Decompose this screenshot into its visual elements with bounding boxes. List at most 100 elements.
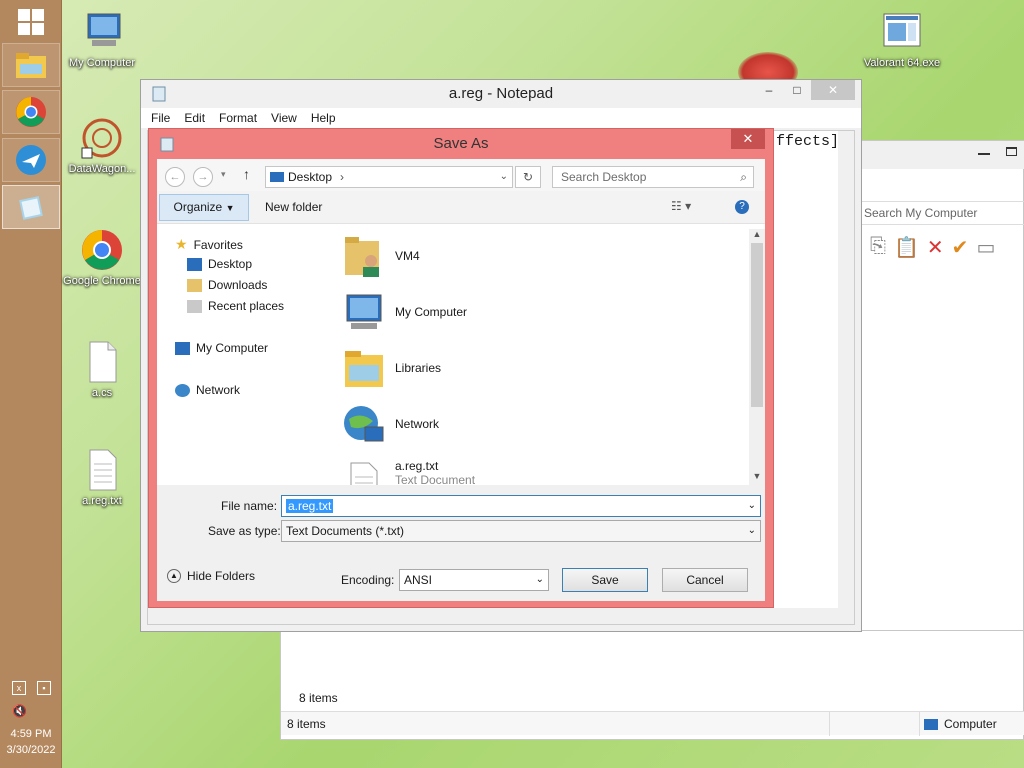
minimize-icon[interactable] (978, 153, 990, 155)
encoding-label: Encoding: (341, 573, 395, 587)
libraries-folder-icon (345, 351, 383, 387)
rename-icon[interactable]: ▭ (976, 235, 995, 260)
downloads-folder-icon (187, 278, 202, 292)
file-name-input[interactable]: a.reg.txt ⌄ (281, 495, 761, 517)
address-bar[interactable]: Desktop › ⌄ (265, 166, 513, 188)
address-bar-row: ← → ▾ ↑ Desktop › ⌄ ↻ Search Desktop ⌕ (157, 159, 765, 191)
menu-view[interactable]: View (271, 111, 297, 125)
desktop-icon-chrome[interactable]: Google Chrome (62, 228, 142, 288)
nav-my-computer[interactable]: My Computer (175, 341, 268, 355)
file-item-my-computer[interactable]: My Computer (341, 287, 467, 337)
recent-locations-chevron-icon[interactable]: ▾ (221, 169, 226, 180)
breadcrumb-chevron-icon[interactable]: › (340, 167, 344, 187)
nav-downloads[interactable]: Downloads (187, 278, 267, 292)
checkmark-icon[interactable]: ✔ (952, 235, 969, 260)
explorer-search-box[interactable]: Search My Computer (856, 201, 1024, 225)
start-button[interactable] (2, 0, 60, 44)
explorer-toolbar: ⎘ 📋 ✕ ✔ ▭ (870, 235, 995, 260)
menu-format[interactable]: Format (219, 111, 257, 125)
scrollbar-thumb[interactable] (751, 243, 763, 407)
desktop-icon-valorant[interactable]: Valorant 64.exe (862, 10, 942, 70)
close-icon[interactable]: ✕ (811, 80, 855, 100)
taskbar-file-explorer[interactable] (2, 43, 60, 87)
save-button[interactable]: Save (562, 568, 648, 592)
file-list: VM4 My Computer Libraries Network a.reg.… (333, 229, 747, 485)
notepad-horizontal-scrollbar[interactable] (148, 608, 854, 624)
taskbar-app[interactable] (2, 138, 60, 182)
new-folder-button[interactable]: New folder (265, 200, 322, 214)
status-items: 8 items (287, 717, 326, 731)
file-list-scrollbar[interactable]: ▲ ▼ (749, 229, 765, 485)
desktop-icon-my-computer[interactable]: My Computer (62, 10, 142, 70)
nav-network[interactable]: Network (175, 383, 240, 397)
menu-edit[interactable]: Edit (184, 111, 205, 125)
desktop-icon (270, 172, 284, 182)
computer-icon (175, 341, 190, 355)
menu-help[interactable]: Help (311, 111, 336, 125)
items-count-label: 8 items (299, 691, 338, 705)
refresh-button[interactable]: ↻ (515, 166, 541, 188)
save-options-panel: File name: a.reg.txt ⌄ Save as type: Tex… (157, 485, 765, 601)
cancel-button[interactable]: Cancel (662, 568, 748, 592)
notepad-menubar: File Edit Format View Help (141, 108, 861, 128)
network-tray-icon[interactable]: ▪ (37, 681, 51, 695)
delete-icon[interactable]: ✕ (927, 235, 944, 260)
file-item-a-reg-txt[interactable]: a.reg.txt Text Document (341, 455, 475, 485)
computer-icon (924, 718, 938, 730)
chevron-down-icon[interactable]: ⌄ (748, 496, 756, 516)
computer-icon (346, 294, 382, 329)
explorer-titlebar (856, 141, 1024, 169)
forward-button[interactable]: → (193, 167, 213, 187)
folder-icon (16, 53, 46, 78)
volume-muted-icon[interactable]: 🔇 (12, 705, 27, 719)
up-button[interactable]: ↑ (243, 166, 250, 182)
maximize-icon[interactable]: □ (783, 80, 811, 100)
star-icon: ★ (175, 236, 188, 252)
save-type-label: Save as type: (208, 524, 281, 538)
file-item-vm4[interactable]: VM4 (341, 231, 420, 281)
file-item-libraries[interactable]: Libraries (341, 343, 441, 393)
paste-icon[interactable]: 📋 (894, 235, 919, 260)
menu-file[interactable]: File (151, 111, 170, 125)
search-icon[interactable]: ⌕ (740, 167, 747, 187)
scroll-down-icon[interactable]: ▼ (749, 471, 765, 485)
minimize-icon[interactable]: – (755, 80, 783, 100)
help-icon[interactable]: ? (735, 200, 749, 214)
dialog-body: ← → ▾ ↑ Desktop › ⌄ ↻ Search Desktop ⌕ O… (157, 159, 765, 601)
file-name-label: File name: (221, 499, 278, 513)
notepad-vertical-scrollbar[interactable] (838, 131, 854, 624)
maximize-icon[interactable] (1006, 147, 1017, 156)
desktop-icon-a-reg-txt[interactable]: a.reg.txt (62, 448, 142, 508)
clock-date[interactable]: 3/30/2022 (0, 742, 62, 758)
organize-button[interactable]: Organize ▼ (159, 194, 249, 221)
chevron-down-icon[interactable]: ⌄ (748, 521, 756, 541)
flag-icon[interactable]: x (12, 681, 26, 695)
taskbar-chrome[interactable] (2, 90, 60, 134)
chrome-icon (16, 97, 46, 127)
nav-favorites[interactable]: ★ Favorites (175, 236, 243, 253)
close-icon[interactable]: ✕ (731, 129, 765, 149)
clock-time[interactable]: 4:59 PM (0, 726, 62, 742)
save-type-select[interactable]: Text Documents (*.txt) ⌄ (281, 520, 761, 542)
desktop-icon-datawagon[interactable]: DataWagon... (62, 116, 142, 176)
chevron-down-icon[interactable]: ⌄ (536, 570, 544, 590)
file-item-network[interactable]: Network (341, 399, 439, 449)
hide-folders-button[interactable]: ▲ Hide Folders (167, 569, 255, 583)
navigation-pane: ★ Favorites Desktop Downloads Recent plac… (157, 224, 329, 484)
explorer-lower-pane: 8 items 8 items Computer (280, 630, 1024, 740)
search-desktop-input[interactable]: Search Desktop ⌕ (552, 166, 754, 188)
text-file-icon (350, 462, 378, 485)
notepad-text: ffects] (776, 133, 840, 150)
address-dropdown-icon[interactable]: ⌄ (500, 167, 508, 187)
copy-icon[interactable]: ⎘ (870, 235, 886, 260)
taskbar-notepad[interactable] (2, 185, 60, 229)
view-options-icon[interactable]: ☷ ▾ (671, 199, 691, 213)
nav-recent-places[interactable]: Recent places (187, 299, 284, 313)
taskbar: x ▪ 🔇 4:59 PM 3/30/2022 (0, 0, 62, 768)
nav-desktop[interactable]: Desktop (187, 257, 252, 271)
back-button[interactable]: ← (165, 167, 185, 187)
chevron-up-icon: ▲ (167, 569, 181, 583)
encoding-select[interactable]: ANSI ⌄ (399, 569, 549, 591)
scroll-up-icon[interactable]: ▲ (749, 229, 765, 243)
desktop-icon-a-cs[interactable]: a.cs (62, 340, 142, 400)
